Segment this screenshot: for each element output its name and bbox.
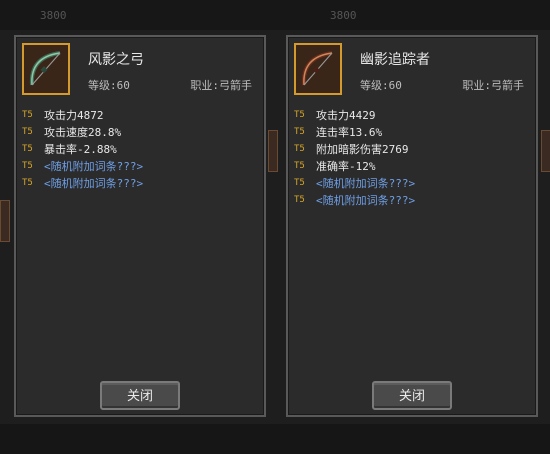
stat-text: 攻击力4872: [44, 109, 104, 122]
tier-badge: T5: [22, 144, 33, 154]
stat-text: <随机附加词条???>: [44, 177, 144, 190]
stat-row-random: T5 <随机附加词条???>: [22, 158, 258, 175]
stat-row: T5 准确率-12%: [294, 158, 530, 175]
bow-icon: [29, 51, 61, 86]
item-job: 职业:弓箭手: [462, 79, 524, 92]
tier-badge: T5: [22, 127, 33, 137]
stat-text: 准确率-12%: [316, 160, 376, 173]
stat-text: <随机附加词条???>: [44, 160, 144, 173]
background-item-edge: [541, 130, 550, 172]
stat-text: <随机附加词条???>: [316, 177, 416, 190]
stat-row-random: T5 <随机附加词条???>: [294, 175, 530, 192]
item-level: 等级:60: [88, 79, 130, 92]
stat-text: 攻击速度28.8%: [44, 126, 122, 139]
close-button[interactable]: 关闭: [372, 381, 452, 410]
stat-row: T5 攻击力4872: [22, 107, 258, 124]
stat-text: 连击率13.6%: [316, 126, 383, 139]
stat-text: <随机附加词条???>: [316, 194, 416, 207]
stat-text: 暴击率-2.88%: [44, 143, 117, 156]
tier-badge: T5: [22, 178, 33, 188]
close-button[interactable]: 关闭: [100, 381, 180, 410]
bow-icon: [301, 51, 333, 86]
tier-badge: T5: [294, 144, 305, 154]
stat-text: 附加暗影伤害2769: [316, 143, 409, 156]
item-level: 等级:60: [360, 79, 402, 92]
tier-badge: T5: [294, 110, 305, 120]
item-job: 职业:弓箭手: [190, 79, 252, 92]
stat-row: T5 暴击率-2.88%: [22, 141, 258, 158]
tier-badge: T5: [294, 195, 305, 205]
item-name: 幽影追踪者: [360, 52, 430, 68]
item-icon-slot: [294, 43, 342, 95]
tier-badge: T5: [294, 127, 305, 137]
tier-badge: T5: [294, 161, 305, 171]
item-tooltip-panel: 幽影追踪者 等级:60 职业:弓箭手 T5 攻击力4429 T5 连击率13.6% …: [286, 35, 538, 417]
item-icon-slot: [22, 43, 70, 95]
stat-row: T5 攻击速度28.8%: [22, 124, 258, 141]
tier-badge: T5: [22, 110, 33, 120]
stat-row-random: T5 <随机附加词条???>: [22, 175, 258, 192]
tier-badge: T5: [22, 161, 33, 171]
stat-row-random: T5 <随机附加词条???>: [294, 192, 530, 209]
background-currency: 3800: [330, 9, 357, 22]
background-currency: 3800: [40, 9, 67, 22]
stat-row: T5 连击率13.6%: [294, 124, 530, 141]
background-item-edge: [268, 130, 278, 172]
stat-row: T5 附加暗影伤害2769: [294, 141, 530, 158]
stat-text: 攻击力4429: [316, 109, 376, 122]
stat-row: T5 攻击力4429: [294, 107, 530, 124]
background-item-edge: [0, 200, 10, 242]
item-name: 风影之弓: [88, 52, 144, 68]
item-tooltip-panel: 风影之弓 等级:60 职业:弓箭手 T5 攻击力4872 T5 攻击速度28.8% …: [14, 35, 266, 417]
tier-badge: T5: [294, 178, 305, 188]
background-top-bar: 3800 3800: [0, 0, 550, 30]
item-stats: T5 攻击力4872 T5 攻击速度28.8% T5 暴击率-2.88% T5 <随机附…: [22, 107, 258, 192]
background-bottom-bar: [0, 424, 550, 454]
item-stats: T5 攻击力4429 T5 连击率13.6% T5 附加暗影伤害2769 T5 准确率-…: [294, 107, 530, 209]
